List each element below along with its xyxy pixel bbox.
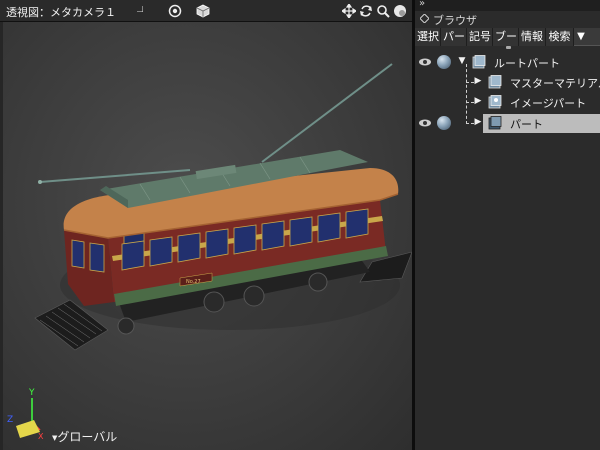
tab-blocks[interactable]: ブー: [493, 28, 519, 46]
browser-panel: » ブラウザ 選択 パー 記号 ブー 情報 検索 ▼ ▼ ルートパート ▶ マス…: [415, 0, 600, 450]
pan-icon[interactable]: [342, 4, 356, 18]
x-axis-label: X: [38, 432, 44, 440]
viewport-edge: [0, 22, 3, 450]
tree-label: ルートパート: [494, 57, 560, 70]
tab-select[interactable]: 選択: [415, 28, 441, 46]
part-icon: [488, 116, 502, 130]
tree-label: マスターマテリアル: [510, 77, 600, 90]
disclosure-expanded-icon[interactable]: ▼: [457, 56, 467, 66]
render-ball-icon[interactable]: [437, 55, 451, 69]
tab-search[interactable]: 検索: [546, 28, 574, 46]
rotate-icon[interactable]: [359, 4, 373, 18]
3d-viewport[interactable]: No.27 透視図：メタカメラ１ Y Z X ▼グローバル: [0, 0, 412, 450]
disclosure-collapsed-icon[interactable]: ▶: [473, 96, 483, 106]
disclosure-collapsed-icon[interactable]: ▶: [473, 117, 483, 127]
panel-title: ブラウザ: [433, 14, 477, 27]
tree-row-image-part[interactable]: ▶ イメージパート: [415, 92, 600, 112]
active-tab-marker: [506, 46, 511, 49]
tabs-menu-icon[interactable]: ▼: [574, 28, 588, 45]
tab-symbols[interactable]: 記号: [467, 28, 493, 46]
title-dropdown-icon[interactable]: [137, 6, 143, 12]
z-axis-label: Z: [7, 415, 13, 425]
tram-model[interactable]: No.27: [0, 0, 412, 450]
tree-label: イメージパート: [510, 97, 587, 110]
coordinate-mode-label: グローバル: [57, 430, 118, 444]
svg-text:No.27: No.27: [186, 279, 201, 285]
y-axis-label: Y: [28, 388, 35, 398]
diamond-icon[interactable]: [420, 14, 429, 23]
coordinate-mode-selector[interactable]: ▼グローバル: [52, 428, 117, 445]
render-ball-icon[interactable]: [437, 116, 451, 130]
viewport-header: 透視図：メタカメラ１: [0, 0, 412, 22]
material-part-icon: [488, 75, 502, 89]
viewport-title[interactable]: 透視図：メタカメラ１: [6, 4, 116, 20]
tree-label: パート: [510, 118, 543, 131]
panel-collapse-bar[interactable]: »: [415, 0, 600, 11]
tree-row-master-material[interactable]: ▶ マスターマテリアル: [415, 72, 600, 92]
zoom-icon[interactable]: [376, 4, 390, 18]
image-part-icon: [488, 95, 502, 109]
tab-parts[interactable]: パー: [441, 28, 467, 46]
collapse-icon[interactable]: »: [419, 0, 425, 9]
tree-row-root-part[interactable]: ▼ ルートパート: [415, 52, 600, 72]
panel-header: ブラウザ: [415, 11, 600, 28]
part-icon: [472, 55, 486, 69]
axis-gizmo: Y Z X: [6, 384, 46, 441]
cube-view-icon[interactable]: [196, 4, 210, 18]
tree-row-part-selected[interactable]: ▶ パート: [415, 113, 600, 133]
eye-icon[interactable]: [418, 56, 432, 68]
render-sphere-icon[interactable]: [393, 4, 407, 18]
tab-info[interactable]: 情報: [519, 28, 546, 46]
display-mode-icon[interactable]: [168, 4, 182, 18]
browser-tabs: 選択 パー 記号 ブー 情報 検索 ▼: [415, 28, 600, 46]
eye-icon[interactable]: [418, 117, 432, 129]
disclosure-collapsed-icon[interactable]: ▶: [473, 76, 483, 86]
